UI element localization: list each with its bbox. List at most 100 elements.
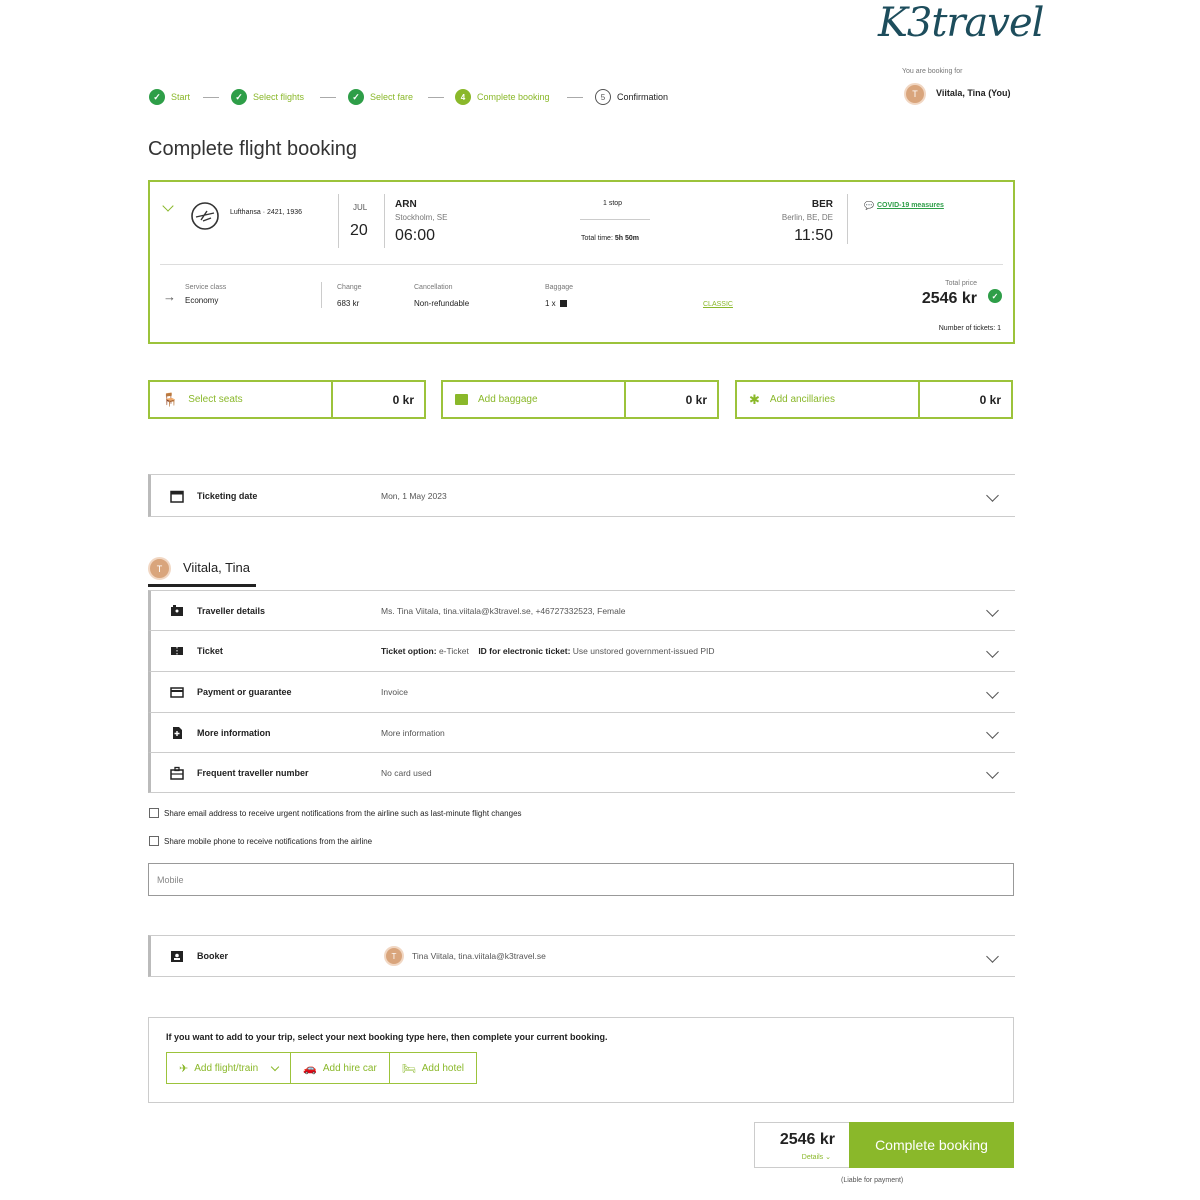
car-icon: 🚗: [303, 1062, 317, 1075]
flight-card: Lufthansa · 2421, 1936 JUL 20 ARN Stockh…: [148, 180, 1015, 344]
step-select-flights[interactable]: ✓ Select flights: [231, 89, 304, 105]
row-label: Frequent traveller number: [197, 767, 309, 778]
traveller-details-row[interactable]: Traveller details Ms. Tina Viitala, tina…: [148, 590, 1015, 630]
row-value: Mon, 1 May 2023: [381, 490, 447, 501]
addon-label: Select seats: [188, 394, 243, 405]
booker-row[interactable]: Booker T Tina Viitala, tina.viitala@k3tr…: [148, 935, 1015, 977]
total-time: Total time: 5h 50m: [581, 235, 639, 242]
share-mobile-option[interactable]: Share mobile phone to receive notificati…: [149, 836, 372, 846]
baggage-label: Baggage: [545, 284, 574, 291]
chevron-down-icon[interactable]: [986, 489, 999, 502]
button-label: Add hotel: [421, 1062, 465, 1074]
divider: [847, 194, 848, 244]
share-email-option[interactable]: Share email address to receive urgent no…: [149, 808, 522, 818]
chevron-down-icon[interactable]: [986, 726, 999, 739]
step-connector: [320, 97, 336, 98]
step-label: Confirmation: [617, 92, 669, 102]
bed-icon: 🛏: [401, 1062, 416, 1075]
contact-icon: [171, 951, 183, 962]
add-flight-train-button[interactable]: ✈ Add flight/train: [167, 1053, 292, 1083]
covid-link[interactable]: 💬 COVID-19 measures: [864, 201, 944, 210]
avatar: T: [384, 946, 404, 966]
row-value: Invoice: [381, 687, 408, 697]
select-seats-button[interactable]: 🪑 Select seats 0 kr: [148, 380, 426, 419]
complete-booking-button[interactable]: Complete booking: [849, 1122, 1014, 1168]
seat-icon: 🪑: [162, 391, 179, 407]
addon-price: 0 kr: [685, 392, 707, 407]
step-confirmation: 5 Confirmation: [595, 89, 668, 105]
addon-label-area[interactable]: 🪑 Select seats: [150, 382, 333, 417]
step-connector: [203, 97, 219, 98]
step-label: Select flights: [253, 92, 305, 102]
button-label: Add hire car: [322, 1062, 377, 1074]
depart-time: 06:00: [395, 227, 436, 244]
origin-code: ARN: [395, 199, 417, 210]
addon-price: 0 kr: [392, 392, 414, 407]
airline-name: Lufthansa · 2421, 1936: [230, 209, 303, 216]
add-hotel-button[interactable]: 🛏 Add hotel: [390, 1053, 476, 1083]
liable-note: (Liable for payment): [841, 1177, 904, 1184]
addon-label-area[interactable]: ✱ Add ancillaries: [737, 382, 920, 417]
row-value: Ms. Tina Viitala, tina.viitala@k3travel.…: [381, 605, 626, 616]
check-icon: ✓: [348, 89, 364, 105]
share-email-checkbox[interactable]: [149, 808, 159, 818]
mobile-input[interactable]: Mobile: [148, 863, 1014, 896]
share-mobile-checkbox[interactable]: [149, 836, 159, 846]
total-price: 2546 kr: [921, 290, 977, 307]
credit-card-icon: [170, 687, 184, 698]
total-summary[interactable]: 2546 kr Details ⌄: [754, 1122, 850, 1168]
briefcase-icon: [170, 766, 184, 780]
share-email-label: Share email address to receive urgent no…: [164, 808, 522, 818]
row-label: Booker: [197, 951, 229, 961]
chevron-down-icon[interactable]: [986, 644, 999, 658]
flight-month: JUL: [353, 203, 368, 212]
chevron-down-icon: [270, 1062, 280, 1071]
footer-total: 2546 kr: [779, 1131, 835, 1148]
ticket-option-label: Ticket option:: [381, 646, 437, 656]
step-select-fare[interactable]: ✓ Select fare: [348, 89, 413, 105]
ticketing-date-row[interactable]: Ticketing date Mon, 1 May 2023: [148, 474, 1015, 517]
addon-label-area[interactable]: Add baggage: [443, 382, 626, 417]
tickets-count: Number of tickets: 1: [938, 325, 1001, 332]
calendar-icon: [170, 490, 184, 503]
airline-logo-icon: [191, 202, 219, 230]
details-link[interactable]: Details ⌄: [802, 1153, 831, 1161]
payment-row[interactable]: Payment or guarantee Invoice: [148, 671, 1015, 712]
add-hire-car-button[interactable]: 🚗 Add hire car: [291, 1053, 390, 1083]
chevron-down-icon[interactable]: [986, 604, 999, 617]
change-value: 683 kr: [337, 299, 360, 308]
arrow-right-icon: →: [163, 289, 176, 304]
fare-link[interactable]: CLASSIC: [703, 301, 733, 308]
step-start[interactable]: ✓ Start: [149, 89, 190, 105]
chevron-down-icon[interactable]: [162, 200, 174, 212]
puzzle-icon: ✱: [749, 391, 760, 407]
cancellation-value: Non-refundable: [414, 299, 470, 308]
add-baggage-button[interactable]: Add baggage 0 kr: [441, 380, 719, 419]
addon-label: Add baggage: [478, 394, 538, 405]
chevron-down-icon[interactable]: [986, 685, 999, 699]
covid-link-text[interactable]: COVID-19 measures: [877, 202, 944, 209]
booking-for-name[interactable]: Viitala, Tina (You): [936, 88, 1011, 98]
total-time-value: 5h 50m: [614, 235, 639, 242]
total-price-label: Total price: [945, 280, 977, 287]
row-value: Tina Viitala, tina.viitala@k3travel.se: [412, 951, 546, 961]
active-tab-indicator: [148, 584, 256, 587]
logo: K3travel: [878, 0, 1044, 46]
dest-city: Berlin, BE, DE: [781, 213, 833, 222]
frequent-traveller-row[interactable]: Frequent traveller number No card used: [148, 752, 1015, 793]
step-label: Start: [171, 92, 191, 102]
divider: [384, 194, 385, 248]
add-ancillaries-button[interactable]: ✱ Add ancillaries 0 kr: [735, 380, 1013, 419]
ticket-row[interactable]: Ticket Ticket option: e-Ticket ID for el…: [148, 630, 1015, 671]
more-information-row[interactable]: More information More information: [148, 712, 1015, 752]
chevron-down-icon[interactable]: [986, 766, 999, 779]
add-to-trip-text: If you want to add to your trip, select …: [166, 1032, 608, 1042]
traveller-name: Viitala, Tina: [183, 560, 250, 575]
divider: [338, 194, 339, 248]
arrive-time: 11:50: [794, 227, 833, 244]
chevron-down-icon[interactable]: [986, 949, 999, 963]
avatar: T: [904, 83, 926, 105]
document-icon: [173, 726, 182, 739]
step-connector: [428, 97, 444, 98]
divider: [321, 282, 322, 308]
